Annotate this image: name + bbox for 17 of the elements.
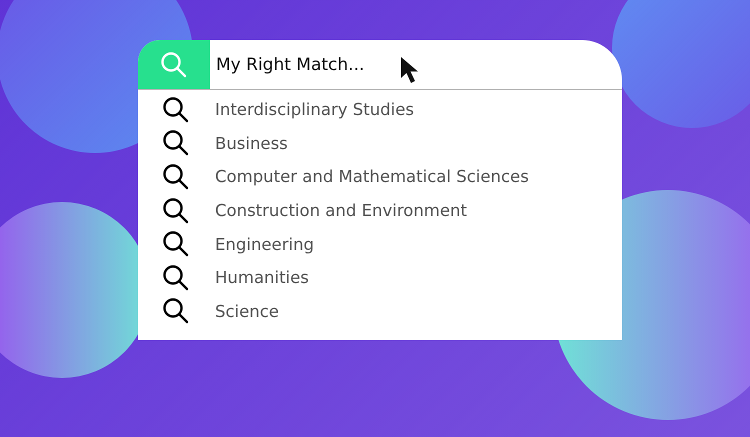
search-icon — [160, 50, 188, 78]
search-icon — [162, 162, 190, 191]
search-icon — [162, 96, 190, 124]
search-icon — [162, 129, 190, 158]
search-icon — [162, 230, 190, 258]
suggestion-item[interactable]: Humanities — [215, 268, 309, 288]
suggestion-item[interactable]: Science — [215, 302, 279, 321]
search-button[interactable] — [138, 40, 210, 89]
search-field[interactable]: My Right Match... — [210, 40, 364, 89]
search-icon — [162, 297, 190, 326]
suggestion-item[interactable]: Interdisciplinary Studies — [215, 100, 414, 120]
suggestion-item[interactable]: Computer and Mathematical Sciences — [215, 167, 529, 186]
search-icon — [162, 196, 190, 225]
suggestion-item[interactable]: Construction and Environment — [215, 201, 467, 220]
search-icon — [162, 264, 190, 292]
suggestion-item[interactable]: Engineering — [215, 234, 314, 254]
suggestion-item[interactable]: Business — [215, 134, 288, 153]
